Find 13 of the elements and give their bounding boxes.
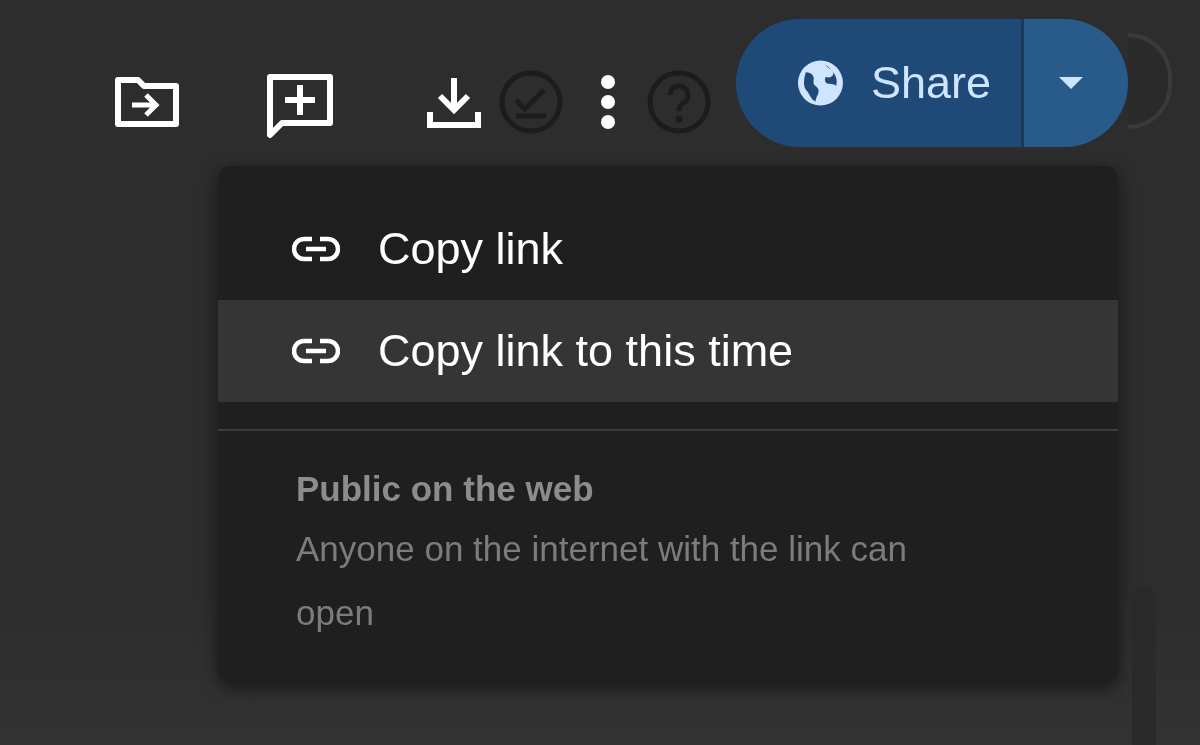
link-icon (292, 236, 340, 262)
comment-plus-icon[interactable] (266, 73, 334, 139)
folder-arrow-icon[interactable] (114, 74, 180, 130)
share-dropdown-button[interactable] (1024, 19, 1128, 147)
menu-item[interactable]: Copy link to this time (218, 300, 1118, 402)
globe-icon (796, 58, 845, 108)
link-icon (292, 338, 340, 364)
more-vertical-icon[interactable] (600, 74, 616, 130)
section-description: Anyone on the internet with the link can open (296, 528, 908, 634)
caret-icon (1059, 77, 1083, 89)
section-title: Public on the web (296, 469, 595, 509)
menu-item[interactable]: Copy link (218, 198, 1118, 300)
share-button[interactable]: Share (736, 19, 1024, 147)
